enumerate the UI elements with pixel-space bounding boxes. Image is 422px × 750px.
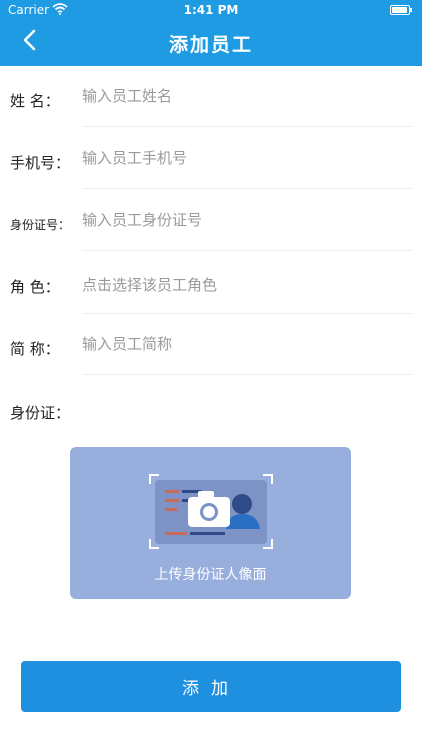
nickname-row: 简 称：: [0, 314, 422, 376]
role-label: 角 色：: [10, 278, 60, 296]
add-employee-button[interactable]: 添加: [21, 661, 401, 712]
phone-row: 手机号：: [0, 128, 422, 190]
id-number-input[interactable]: [82, 190, 412, 251]
name-row: 姓 名：: [0, 66, 422, 128]
id-number-row: 身份证号：: [0, 190, 422, 252]
name-input[interactable]: [82, 66, 412, 127]
phone-label: 手机号：: [10, 154, 71, 172]
status-time: 1:41 PM: [183, 3, 239, 17]
nav-header: Carrier 1:41 PM 添加员工: [0, 0, 422, 66]
name-label: 姓 名：: [10, 92, 60, 110]
phone-input[interactable]: [82, 128, 412, 189]
page-title: 添加员工: [168, 34, 253, 56]
id-card-label: 身份证：: [10, 404, 71, 422]
role-select[interactable]: 点击选择该员工角色: [82, 274, 217, 295]
upload-caption: 上传身份证人像面: [154, 567, 267, 583]
nickname-label: 简 称：: [10, 340, 60, 358]
id-card-upload-button[interactable]: 上传身份证人像面: [70, 447, 351, 599]
status-bar: Carrier 1:41 PM: [0, 0, 422, 22]
role-row[interactable]: 角 色： 点击选择该员工角色: [0, 252, 422, 314]
id-number-label: 身份证号：: [10, 218, 71, 232]
battery-icon: [390, 5, 412, 15]
employee-form: 姓 名： 手机号： 身份证号： 角 色： 点击选择该员工角色 简 称：: [0, 66, 422, 376]
nickname-input[interactable]: [82, 314, 412, 375]
id-card-illustration: [149, 474, 273, 549]
